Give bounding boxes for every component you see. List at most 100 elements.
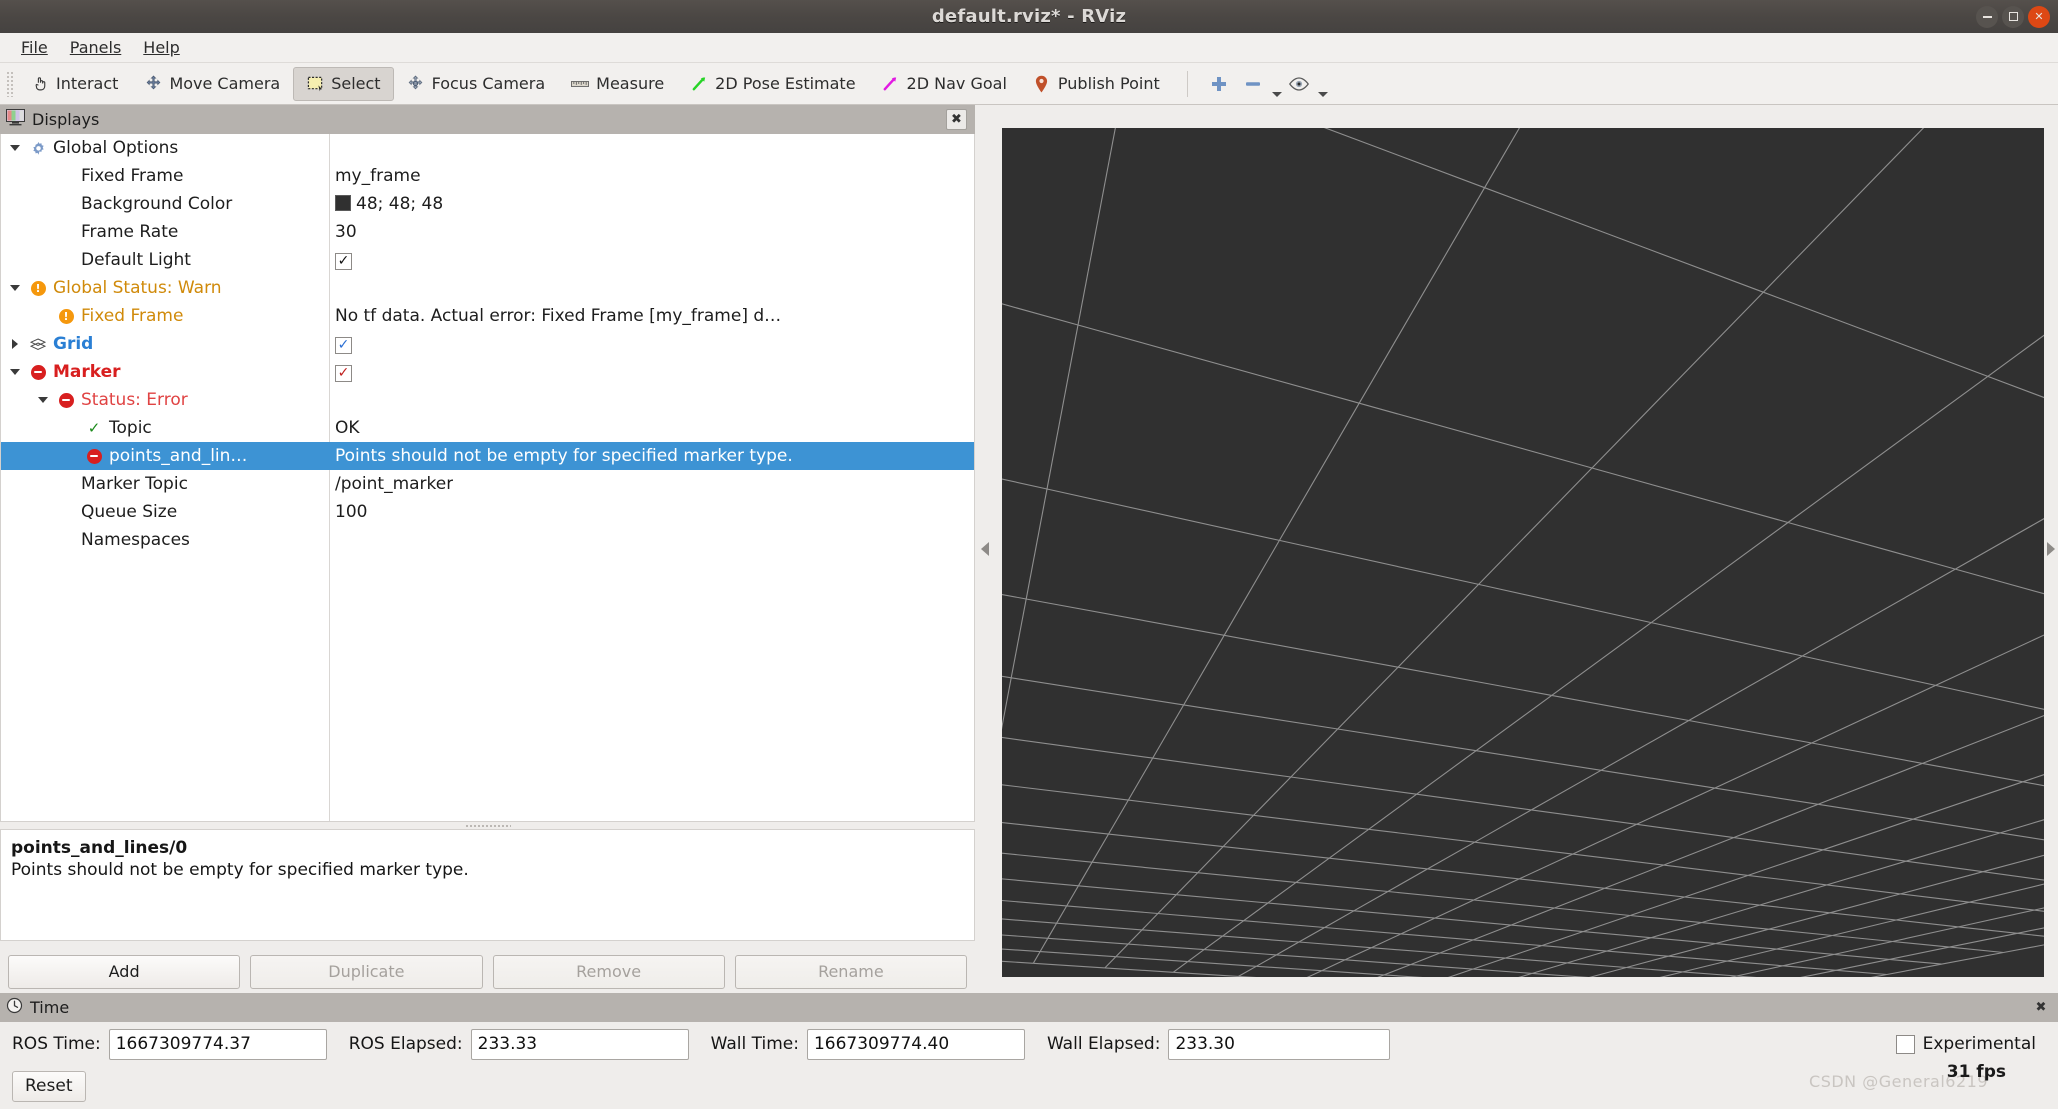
color-swatch[interactable]: [335, 195, 351, 211]
tree-row-label: Global Status: Warn: [53, 278, 222, 298]
chevron-down-icon[interactable]: [7, 145, 23, 151]
reset-button[interactable]: Reset: [12, 1070, 86, 1102]
displays-panel-header: Displays ✖: [0, 105, 975, 134]
menu-file[interactable]: File: [12, 35, 57, 60]
status-detail-message: Points should not be empty for specified…: [11, 860, 469, 880]
tree-row-topic[interactable]: ✓ Topic OK: [1, 414, 974, 442]
displays-panel-title: Displays: [32, 110, 100, 129]
ros-time-input[interactable]: [108, 1028, 327, 1060]
wall-time-input[interactable]: [806, 1028, 1025, 1060]
chevron-right-icon[interactable]: [7, 339, 23, 349]
tree-row-value-cell[interactable]: 100: [329, 502, 367, 522]
tree-row-label: Queue Size: [81, 502, 178, 522]
remove-button[interactable]: Remove: [492, 954, 725, 989]
row-checkbox[interactable]: ✓: [335, 336, 352, 354]
tool-interact[interactable]: Interact: [18, 67, 131, 101]
tree-row-grid[interactable]: Grid ✓: [1, 330, 974, 358]
chevron-down-icon[interactable]: [35, 397, 51, 403]
displays-close-button[interactable]: ✖: [946, 109, 967, 130]
chevron-left-icon[interactable]: [2047, 542, 2055, 556]
tree-row-value-cell[interactable]: my_frame: [329, 166, 421, 186]
tree-row-namespaces[interactable]: Namespaces: [1, 526, 974, 554]
ros-elapsed-input[interactable]: [470, 1028, 689, 1060]
ok-check-icon: ✓: [87, 419, 101, 437]
eye-icon[interactable]: [1282, 67, 1316, 101]
tool-2d-pose-estimate[interactable]: 2D Pose Estimate: [677, 67, 868, 101]
tree-row-value-cell[interactable]: Points should not be empty for specified…: [329, 446, 793, 466]
experimental-toggle[interactable]: Experimental: [1895, 1034, 2036, 1054]
error-icon: [85, 448, 103, 464]
row-checkbox[interactable]: ✓: [335, 252, 352, 270]
wall-elapsed-input[interactable]: [1168, 1028, 1391, 1060]
tree-row-label: Background Color: [81, 194, 233, 214]
tree-row-label: Frame Rate: [81, 222, 179, 242]
tree-row-status-error[interactable]: Status: Error: [1, 386, 974, 414]
duplicate-button[interactable]: Duplicate: [250, 954, 483, 989]
tree-row-global-options[interactable]: Global Options: [1, 134, 974, 162]
tree-row-points-and-lin[interactable]: points_and_lin… Points should not be empt…: [1, 442, 974, 470]
tree-row-value-cell[interactable]: No tf data. Actual error: Fixed Frame [m…: [329, 306, 781, 326]
tree-row-name-cell: Frame Rate: [1, 222, 329, 242]
panel-resize-handle[interactable]: [0, 822, 975, 829]
tree-row-name-cell: Marker: [1, 362, 329, 382]
tree-row-value-cell[interactable]: 48; 48; 48: [329, 194, 443, 214]
tree-row-name-cell: Background Color: [1, 194, 329, 214]
tree-row-default-light[interactable]: Default Light ✓: [1, 246, 974, 274]
tool-2d-nav-goal[interactable]: 2D Nav Goal: [869, 67, 1020, 101]
menu-panels[interactable]: Panels: [61, 35, 131, 60]
tree-row-label: Status: Error: [81, 390, 188, 410]
minus-icon[interactable]: [1236, 67, 1270, 101]
right-splitter-handle[interactable]: [2044, 105, 2058, 993]
experimental-checkbox[interactable]: [1895, 1034, 1915, 1054]
eye-dropdown[interactable]: [1282, 67, 1328, 101]
maximize-button[interactable]: [2002, 5, 2024, 28]
tree-row-name-cell: Default Light: [1, 250, 329, 270]
close-button[interactable]: ✕: [2028, 5, 2050, 28]
tree-row-value-cell[interactable]: OK: [329, 418, 360, 438]
tree-row-fixed-frame[interactable]: ! Fixed Frame No tf data. Actual error: Fi…: [1, 302, 974, 330]
chevron-down-icon[interactable]: [7, 369, 23, 375]
tree-row-label: points_and_lin…: [109, 446, 248, 466]
tree-row-frame-rate[interactable]: Frame Rate 30: [1, 218, 974, 246]
tool-2d-pose-estimate-label: 2D Pose Estimate: [715, 74, 856, 93]
window-title: default.rviz* - RViz: [931, 6, 1127, 27]
tree-row-marker[interactable]: Marker ✓: [1, 358, 974, 386]
rename-button[interactable]: Rename: [734, 954, 967, 989]
fps-indicator: 31 fps: [1946, 1062, 2006, 1082]
chevron-down-icon[interactable]: [1317, 91, 1328, 97]
chevron-down-icon[interactable]: [7, 285, 23, 291]
tree-row-value-cell[interactable]: /point_marker: [329, 474, 453, 494]
tool-measure[interactable]: Measure: [558, 67, 677, 101]
add-button[interactable]: Add: [8, 954, 241, 989]
tree-row-fixed-frame[interactable]: Fixed Frame my_frame: [1, 162, 974, 190]
displays-tree[interactable]: Global Options Fixed Frame my_frame Backgro…: [0, 134, 975, 822]
tool-select[interactable]: Select: [293, 66, 394, 101]
toolbar: Interact Move Camera Select Focus Camera: [0, 63, 2058, 105]
plus-dropdown[interactable]: [1236, 67, 1282, 101]
tree-row-label: Namespaces: [81, 530, 190, 550]
toolbar-grip[interactable]: [6, 70, 14, 97]
tool-publish-point[interactable]: Publish Point: [1020, 67, 1173, 101]
tree-row-marker-topic[interactable]: Marker Topic/point_marker: [1, 470, 974, 498]
tool-move-camera[interactable]: Move Camera: [131, 67, 293, 101]
tree-row-label: Topic: [109, 418, 152, 438]
tree-row-value-cell[interactable]: ✓: [329, 362, 352, 382]
time-close-button[interactable]: ✖: [2032, 998, 2050, 1016]
row-checkbox[interactable]: ✓: [335, 364, 352, 382]
tree-row-global-status-warn[interactable]: ! Global Status: Warn: [1, 274, 974, 302]
plus-icon[interactable]: [1202, 67, 1236, 101]
tree-row-background-color[interactable]: Background Color 48; 48; 48: [1, 190, 974, 218]
tree-row-value-cell[interactable]: ✓: [329, 250, 352, 270]
chevron-right-icon[interactable]: [980, 542, 989, 556]
tree-row-value: No tf data. Actual error: Fixed Frame [m…: [335, 306, 782, 326]
tree-row-value-cell[interactable]: ✓: [329, 334, 352, 354]
status-detail-box: points_and_lines/0 Points should not be …: [0, 829, 975, 941]
tree-row-queue-size[interactable]: Queue Size 100: [1, 498, 974, 526]
tree-row-value-cell[interactable]: 30: [329, 222, 357, 242]
menu-help[interactable]: Help: [134, 35, 188, 60]
tool-focus-camera[interactable]: Focus Camera: [394, 67, 559, 101]
left-splitter-handle[interactable]: [975, 105, 994, 993]
chevron-down-icon[interactable]: [1271, 91, 1282, 97]
3d-render-view[interactable]: [1002, 128, 2044, 977]
minimize-button[interactable]: [1976, 5, 1998, 28]
